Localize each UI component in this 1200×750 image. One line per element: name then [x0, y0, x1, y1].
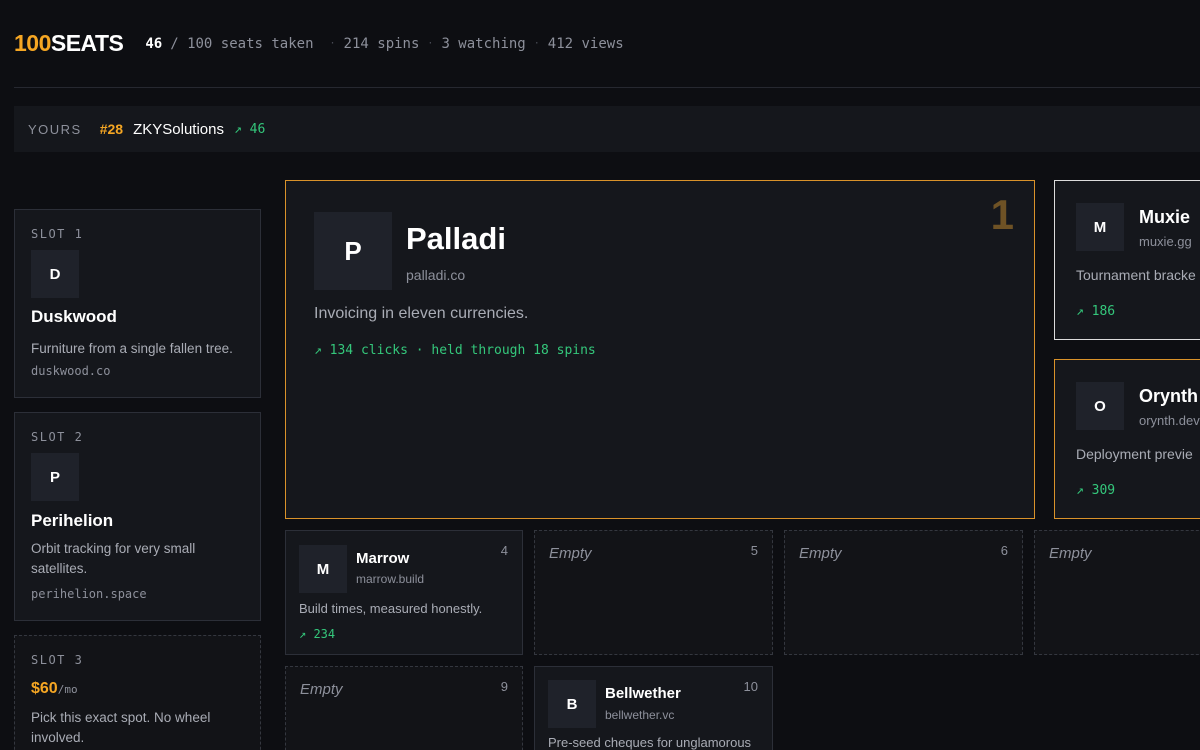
yours-label: YOURS — [28, 121, 82, 137]
avatar: P — [314, 212, 392, 290]
slot-domain[interactable]: duskwood.co — [31, 364, 110, 378]
empty-label: Empty — [799, 545, 842, 562]
separator: · — [427, 38, 434, 49]
slot-price: $60/mo — [31, 680, 78, 697]
yours-rank: #28 — [99, 121, 124, 137]
empty-label: Empty — [300, 681, 343, 698]
avatar: M — [299, 545, 347, 593]
top-bar: 100SEATS 46 / 100 seats taken · 214 spin… — [14, 0, 1200, 88]
seat-clicks: ↗ 309 — [1076, 483, 1116, 498]
slot-title: Duskwood — [31, 307, 117, 326]
seat-domain[interactable]: bellwether.vc — [605, 708, 674, 722]
seat-desc: Deployment previe — [1076, 446, 1193, 462]
seat-number: 6 — [1000, 543, 1008, 558]
seat-desc: Tournament bracke — [1076, 267, 1196, 283]
seat-number: 1 — [990, 191, 1014, 238]
seat-card-empty-7[interactable]: Empty — [1034, 530, 1200, 655]
slot-desc: Furniture from a single fallen tree. — [31, 341, 233, 356]
seat-card-empty-6[interactable]: Empty 6 — [784, 530, 1023, 655]
seat-desc: Build times, measured honestly. — [299, 601, 483, 616]
slot-domain[interactable]: perihelion.space — [31, 587, 147, 601]
slot-card-3-available[interactable]: SLOT 3 $60/mo Pick this exact spot. No w… — [14, 635, 261, 750]
slot-desc: Orbit tracking for very small satellites… — [31, 541, 196, 576]
seat-title: Orynth — [1139, 386, 1199, 406]
seat-title: Muxie — [1139, 207, 1191, 227]
empty-label: Empty — [549, 545, 592, 562]
slot-label: SLOT 2 — [31, 430, 84, 444]
separator: · — [329, 38, 336, 49]
slot-card-1[interactable]: SLOT 1 D Duskwood Furniture from a singl… — [14, 209, 261, 398]
seat-domain[interactable]: marrow.build — [356, 572, 424, 586]
slot-label: SLOT 1 — [31, 227, 84, 241]
seat-number: 10 — [743, 679, 758, 694]
seat-title: Bellwether — [605, 685, 681, 702]
seat-card-marrow[interactable]: 4 M Marrow marrow.build Build times, mea… — [285, 530, 523, 655]
seats-taken-count: 46 — [145, 35, 163, 52]
featured-stats: ↗ 134 clicks · held through 18 spins — [314, 343, 596, 358]
seat-number: 4 — [500, 543, 508, 558]
avatar: M — [1076, 203, 1124, 251]
yours-name: ZKYSolutions — [133, 120, 224, 138]
seat-card-muxie[interactable]: M Muxie muxie.gg Tournament bracke ↗ 186 — [1054, 180, 1200, 340]
seat-card-empty-9[interactable]: Empty 9 — [285, 666, 523, 750]
empty-label: Empty — [1049, 545, 1092, 562]
slot-desc: Pick this exact spot. No wheel involved. — [31, 710, 211, 745]
featured-domain[interactable]: palladi.co — [406, 267, 465, 283]
spins-count: 214 spins — [343, 35, 420, 52]
featured-seat-card[interactable]: 1 P Palladi palladi.co Invoicing in elev… — [285, 180, 1035, 519]
avatar: P — [31, 453, 79, 501]
seat-card-bellwether[interactable]: 10 B Bellwether bellwether.vc Pre-seed c… — [534, 666, 773, 750]
seat-card-orynth[interactable]: O Orynth orynth.dev Deployment previe ↗ … — [1054, 359, 1200, 519]
watching-count: 3 watching — [441, 35, 526, 52]
avatar: B — [548, 680, 596, 728]
featured-title: Palladi — [406, 221, 506, 256]
slot-label: SLOT 3 — [31, 653, 84, 667]
seat-number: 9 — [500, 679, 508, 694]
slot-card-2[interactable]: SLOT 2 P Perihelion Orbit tracking for v… — [14, 412, 261, 621]
slot-title: Perihelion — [31, 511, 114, 530]
seat-clicks: ↗ 234 — [299, 627, 336, 641]
seat-title: Marrow — [356, 550, 410, 567]
seat-desc: Pre-seed cheques for unglamorous — [548, 735, 752, 750]
seats-taken-label: / 100 seats taken — [170, 35, 314, 52]
views-count: 412 views — [547, 35, 624, 52]
seat-domain[interactable]: muxie.gg — [1139, 234, 1192, 249]
avatar: D — [31, 250, 79, 298]
avatar: O — [1076, 382, 1124, 430]
yours-bar[interactable]: YOURS #28 ZKYSolutions ↗ 46 — [14, 106, 1200, 152]
logo[interactable]: 100SEATS — [14, 30, 124, 57]
seat-domain[interactable]: orynth.dev — [1139, 413, 1200, 428]
separator: · — [533, 38, 540, 49]
stats-bar: 46 / 100 seats taken · 214 spins · 3 wat… — [145, 36, 623, 52]
yours-clicks: ↗ 46 — [233, 121, 266, 137]
seat-clicks: ↗ 186 — [1076, 304, 1116, 319]
seat-number: 5 — [750, 543, 758, 558]
featured-desc: Invoicing in eleven currencies. — [314, 305, 529, 322]
seat-card-empty-5[interactable]: Empty 5 — [534, 530, 773, 655]
